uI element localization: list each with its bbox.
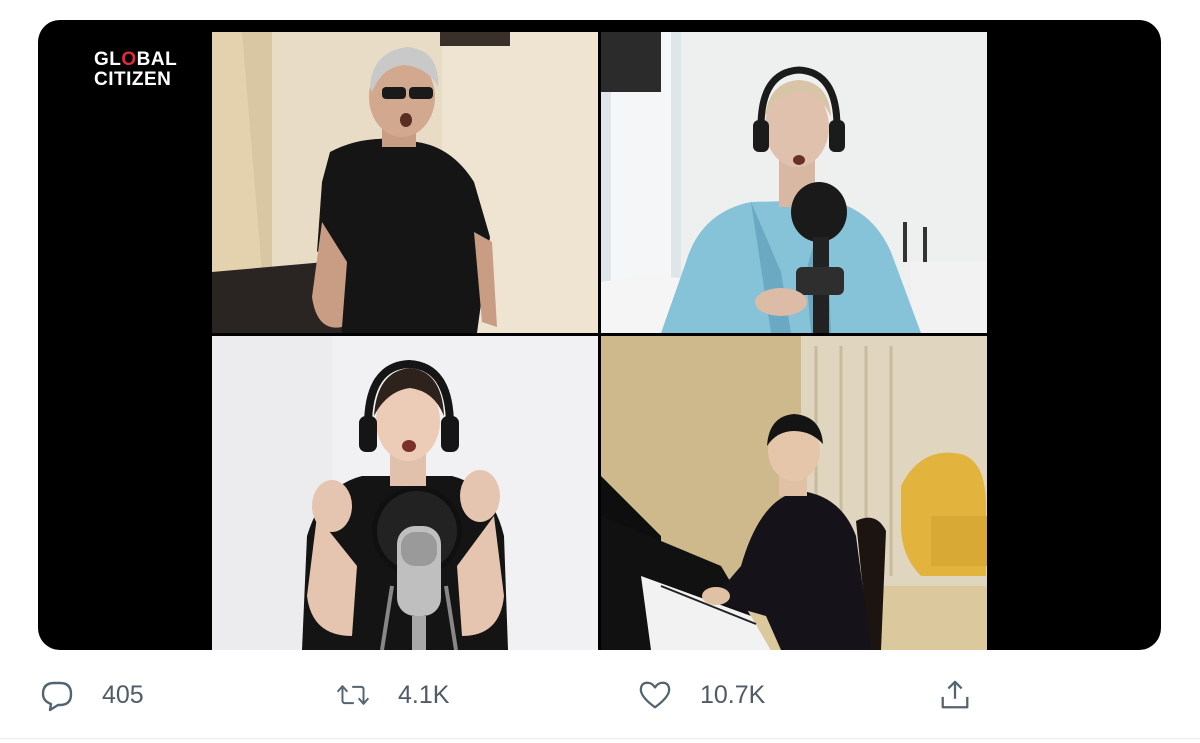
retweet-icon [336, 678, 370, 712]
reply-bubble-icon [40, 678, 74, 712]
share-button[interactable] [938, 665, 972, 725]
video-split-screen-grid [212, 32, 987, 650]
retweet-count: 4.1K [398, 680, 450, 709]
reply-button[interactable]: 405 [40, 665, 144, 725]
tweet-divider [0, 738, 1200, 739]
video-tile-singer-blue-jacket [601, 32, 987, 333]
video-tile-singer-sunglasses [212, 32, 598, 333]
retweet-button[interactable]: 4.1K [336, 665, 449, 725]
like-count: 10.7K [700, 680, 766, 709]
tweet-action-bar: 405 4.1K 10.7K [0, 665, 1200, 725]
heart-icon [638, 678, 672, 712]
reply-count: 405 [102, 680, 144, 709]
video-tile-singer-studio-mic [212, 336, 598, 650]
tweet-media-frame: GLOBAL CITIZEN 405 4.1K 10.7K [0, 0, 1200, 743]
tweet-video-player[interactable]: GLOBAL CITIZEN [38, 20, 1161, 650]
share-upload-icon [938, 678, 972, 712]
like-button[interactable]: 10.7K [638, 665, 765, 725]
video-tile-pianist [601, 336, 987, 650]
global-citizen-logo: GLOBAL CITIZEN [94, 49, 178, 90]
